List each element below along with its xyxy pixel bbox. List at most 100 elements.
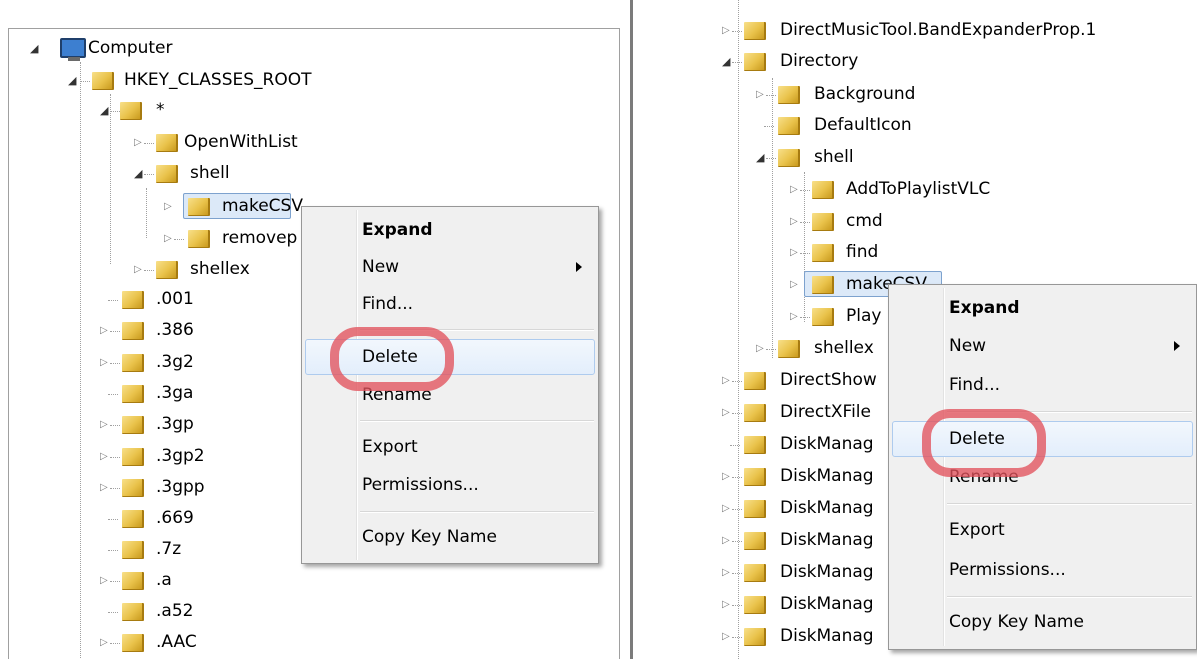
menu-separator xyxy=(360,420,594,422)
menu-item-permissions[interactable]: Permissions... xyxy=(302,468,598,502)
collapse-arrow-icon[interactable]: ◢ xyxy=(100,105,108,116)
menu-item-label: Export xyxy=(362,437,418,457)
collapse-arrow-icon[interactable]: ◢ xyxy=(134,168,142,179)
expand-arrow-icon[interactable]: ▷ xyxy=(100,483,108,493)
expand-arrow-icon[interactable]: ▷ xyxy=(790,312,798,322)
menu-item-find[interactable]: Find... xyxy=(889,368,1196,402)
tree-node-label: .3ga xyxy=(156,383,194,403)
tree-connector xyxy=(766,95,776,96)
folder-icon xyxy=(122,291,144,309)
menu-item-new[interactable]: New xyxy=(302,250,598,284)
expand-arrow-icon[interactable]: ▷ xyxy=(100,420,108,430)
tree-guide-line xyxy=(804,172,805,322)
menu-item-new[interactable]: New xyxy=(889,329,1196,363)
tree-node-label: .a52 xyxy=(156,601,194,621)
collapse-arrow-icon[interactable]: ◢ xyxy=(30,43,38,54)
tree-connector xyxy=(732,637,742,638)
expand-arrow-icon[interactable]: ▷ xyxy=(790,280,798,290)
menu-item-label: Export xyxy=(949,520,1005,540)
folder-icon xyxy=(744,436,766,454)
tree-node-label: DiskManag xyxy=(780,466,874,486)
folder-icon xyxy=(122,416,144,434)
highlight-circle xyxy=(922,409,1046,477)
tree-node-label: HKEY_CLASSES_ROOT xyxy=(124,70,312,90)
expand-arrow-icon[interactable]: ▷ xyxy=(164,234,172,244)
expand-arrow-icon[interactable]: ▷ xyxy=(756,344,764,354)
expand-arrow-icon[interactable]: ▷ xyxy=(790,248,798,258)
tree-connector xyxy=(110,643,120,644)
tree-connector xyxy=(174,239,184,240)
menu-item-label: Permissions... xyxy=(949,560,1066,580)
expand-arrow-icon[interactable]: ▷ xyxy=(134,138,142,148)
tree-node-label: DiskManag xyxy=(780,626,874,646)
folder-icon xyxy=(122,541,144,559)
menu-item-label: Expand xyxy=(362,220,433,240)
menu-item-export[interactable]: Export xyxy=(889,513,1196,547)
expand-arrow-icon[interactable]: ▷ xyxy=(164,202,172,212)
folder-icon xyxy=(778,149,800,167)
expand-arrow-icon[interactable]: ▷ xyxy=(722,26,730,36)
folder-icon xyxy=(778,340,800,358)
menu-separator xyxy=(947,596,1192,598)
submenu-arrow-icon xyxy=(1174,341,1180,351)
expand-arrow-icon[interactable]: ▷ xyxy=(134,265,142,275)
expand-arrow-icon[interactable]: ▷ xyxy=(722,376,730,386)
tree-node-label: Computer xyxy=(88,38,173,58)
menu-item-export[interactable]: Export xyxy=(302,430,598,464)
tree-node-label: * xyxy=(156,100,165,120)
folder-icon xyxy=(812,181,834,199)
menu-item-copy-key-name[interactable]: Copy Key Name xyxy=(302,520,598,554)
expand-arrow-icon[interactable]: ▷ xyxy=(790,217,798,227)
expand-arrow-icon[interactable]: ▷ xyxy=(756,90,764,100)
collapse-arrow-icon[interactable]: ◢ xyxy=(68,75,76,86)
expand-arrow-icon[interactable]: ▷ xyxy=(722,536,730,546)
menu-item-permissions[interactable]: Permissions... xyxy=(889,553,1196,587)
expand-arrow-icon[interactable]: ▷ xyxy=(722,568,730,578)
folder-icon xyxy=(122,354,144,372)
expand-arrow-icon[interactable]: ▷ xyxy=(722,472,730,482)
tree-connector xyxy=(80,81,90,82)
tree-node-label: .669 xyxy=(156,508,194,528)
folder-icon xyxy=(122,634,144,652)
expand-arrow-icon[interactable]: ▷ xyxy=(722,504,730,514)
menu-item-expand[interactable]: Expand xyxy=(889,291,1196,325)
expand-arrow-icon[interactable]: ▷ xyxy=(722,632,730,642)
expand-arrow-icon[interactable]: ▷ xyxy=(722,600,730,610)
expand-arrow-icon[interactable]: ▷ xyxy=(100,452,108,462)
tree-node-label: .AAC xyxy=(156,632,197,652)
expand-arrow-icon[interactable]: ▷ xyxy=(100,576,108,586)
tree-connector xyxy=(144,270,154,271)
menu-item-label: Copy Key Name xyxy=(362,527,497,547)
expand-arrow-icon[interactable]: ▷ xyxy=(100,638,108,648)
expand-arrow-icon[interactable]: ▷ xyxy=(790,185,798,195)
tree-connector xyxy=(144,174,154,175)
expand-arrow-icon[interactable]: ▷ xyxy=(100,326,108,336)
expand-arrow-icon[interactable]: ▷ xyxy=(100,358,108,368)
menu-item-copy-key-name[interactable]: Copy Key Name xyxy=(889,605,1196,639)
right-registry-screenshot: ▷ DirectMusicTool.BandExpanderProp.1 ◢ D… xyxy=(686,0,1197,659)
folder-icon xyxy=(744,596,766,614)
collapse-arrow-icon[interactable]: ◢ xyxy=(756,152,764,163)
tree-node-label: Background xyxy=(814,84,916,104)
tree-node-label: .3gp2 xyxy=(156,446,205,466)
collapse-arrow-icon[interactable]: ◢ xyxy=(722,56,730,67)
folder-icon xyxy=(744,372,766,390)
folder-icon xyxy=(744,404,766,422)
folder-icon xyxy=(122,572,144,590)
menu-item-expand[interactable]: Expand xyxy=(302,213,598,247)
folder-icon xyxy=(744,532,766,550)
tree-node-label: Directory xyxy=(780,51,859,71)
folder-icon xyxy=(744,628,766,646)
folder-icon xyxy=(812,213,834,231)
folder-icon xyxy=(744,500,766,518)
tree-node-label: DiskManag xyxy=(780,562,874,582)
tree-node-label: DirectXFile xyxy=(780,402,871,422)
folder-icon xyxy=(778,86,800,104)
tree-connector xyxy=(732,62,742,63)
expand-arrow-icon[interactable]: ▷ xyxy=(722,408,730,418)
folder-icon xyxy=(122,322,144,340)
tree-node-label: DirectShow xyxy=(780,370,877,390)
left-registry-screenshot: ◢ Computer ◢ HKEY_CLASSES_ROOT ◢ * ▷ Ope… xyxy=(0,0,628,659)
folder-icon xyxy=(156,261,178,279)
menu-item-find[interactable]: Find... xyxy=(302,287,598,321)
